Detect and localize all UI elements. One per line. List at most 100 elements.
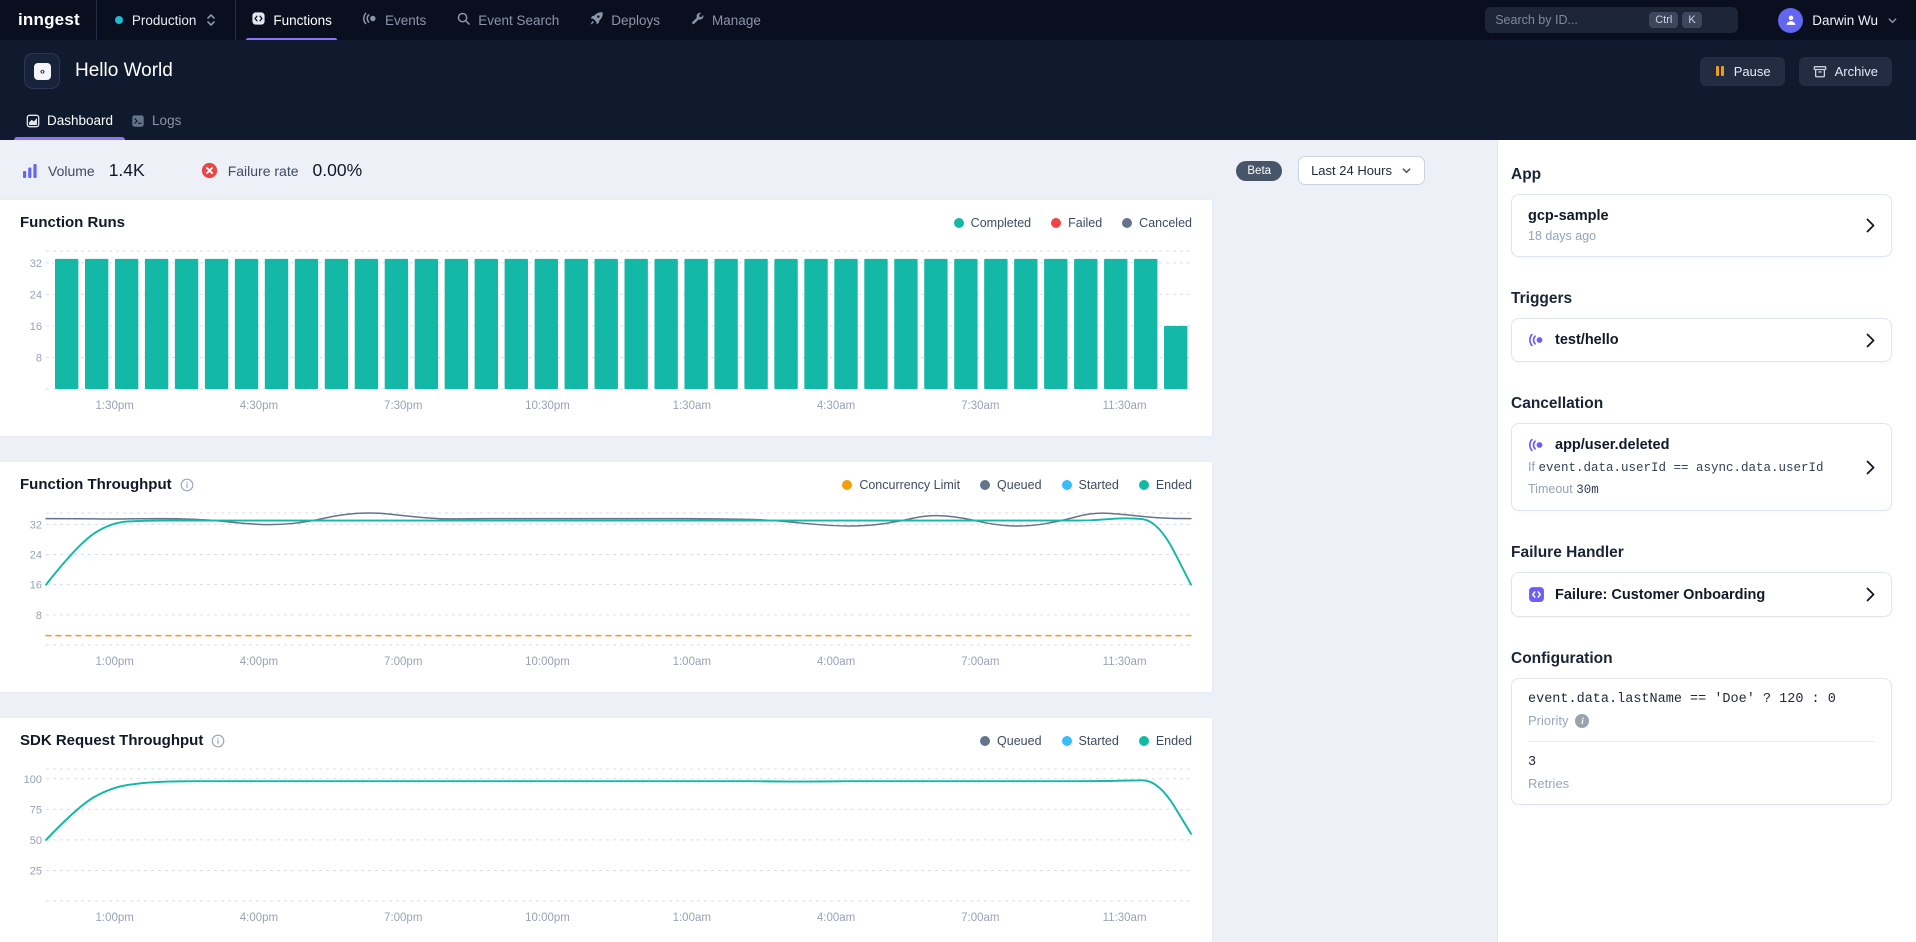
svg-text:10:00pm: 10:00pm: [525, 656, 570, 668]
function-actions: Pause Archive: [1700, 57, 1892, 86]
tab-dashboard[interactable]: Dashboard: [24, 103, 115, 140]
nav-tab-label: Event Search: [478, 13, 559, 28]
info-icon[interactable]: [211, 734, 225, 748]
rocket-icon: [589, 11, 604, 29]
archive-icon: [1813, 65, 1827, 78]
archive-button[interactable]: Archive: [1799, 57, 1892, 86]
search-icon: [456, 11, 471, 29]
nav-tab-event-search[interactable]: Event Search: [441, 0, 574, 40]
trigger-card[interactable]: test/hello: [1511, 318, 1892, 362]
wrench-icon: [690, 11, 705, 29]
priority-expression: event.data.lastName == 'Doe' ? 120 : 0: [1528, 692, 1875, 707]
nav-tab-label: Deploys: [611, 13, 660, 28]
tab-label: Dashboard: [47, 113, 113, 128]
panel-function-throughput: Function Throughput Concurrency Limit Que…: [0, 461, 1213, 693]
condition-expression: event.data.userId == async.data.userId: [1538, 461, 1823, 475]
cancellation-card[interactable]: app/user.deleted If event.data.userId ==…: [1511, 423, 1892, 511]
time-range-dropdown[interactable]: Last 24 Hours: [1298, 156, 1425, 185]
svg-text:8: 8: [36, 352, 42, 364]
priority-label-row: Priority i: [1528, 713, 1875, 728]
legend-item: Queued: [980, 734, 1041, 748]
avatar: [1778, 8, 1803, 33]
user-menu[interactable]: Darwin Wu: [1765, 8, 1916, 33]
svg-text:16: 16: [30, 321, 42, 333]
svg-text:4:30am: 4:30am: [817, 400, 855, 412]
function-title-row: ‹› Hello World Pause Archive: [24, 40, 1892, 89]
nav-tab-functions[interactable]: Functions: [236, 0, 347, 40]
legend-function-runs: CompletedFailedCanceled: [954, 216, 1192, 230]
chart-title-function-runs: Function Runs: [20, 214, 125, 231]
svg-text:1:00am: 1:00am: [673, 656, 711, 668]
cancellation-heading: Cancellation: [1511, 395, 1892, 413]
chart-title-function-throughput: Function Throughput: [20, 476, 172, 493]
search-input[interactable]: [1495, 13, 1645, 27]
section-configuration: Configuration event.data.lastName == 'Do…: [1511, 650, 1892, 805]
nav-tab-manage[interactable]: Manage: [675, 0, 776, 40]
failure-handler-card[interactable]: Failure: Customer Onboarding: [1511, 572, 1892, 617]
timeout-value: 30m: [1576, 483, 1599, 497]
legend-item: Ended: [1139, 478, 1192, 492]
cancellation-condition: If event.data.userId == async.data.userI…: [1528, 460, 1854, 475]
chevron-down-icon: [1401, 165, 1412, 176]
user-name: Darwin Wu: [1812, 13, 1878, 28]
svg-text:25: 25: [30, 865, 42, 877]
chevron-right-icon: [1866, 460, 1875, 475]
function-code-icon: [1528, 586, 1545, 603]
app-card[interactable]: gcp-sample 18 days ago: [1511, 194, 1892, 257]
triggers-heading: Triggers: [1511, 290, 1892, 308]
svg-text:7:30pm: 7:30pm: [384, 400, 422, 412]
cancellation-timeout: Timeout 30m: [1528, 482, 1854, 497]
svg-text:75: 75: [30, 804, 42, 816]
legend-dot: [1139, 480, 1149, 490]
kbd-k: K: [1682, 12, 1701, 28]
inngest-logo: inngest: [0, 0, 96, 40]
info-icon[interactable]: [180, 478, 194, 492]
stats-row: Volume 1.4K Failure rate 0.00% Beta Last…: [0, 140, 1497, 199]
app-updated: 18 days ago: [1528, 229, 1854, 243]
svg-text:11:30am: 11:30am: [1103, 656, 1147, 668]
legend-item: Concurrency Limit: [842, 478, 960, 492]
failure-handler-name: Failure: Customer Onboarding: [1555, 587, 1765, 603]
failure-icon: [201, 162, 218, 179]
stats-right: Beta Last 24 Hours: [1236, 156, 1425, 185]
environment-select[interactable]: Production: [97, 0, 236, 40]
svg-text:4:30pm: 4:30pm: [240, 400, 278, 412]
app-heading: App: [1511, 166, 1892, 184]
chevron-down-icon: [1887, 15, 1898, 26]
svg-text:11:30am: 11:30am: [1103, 400, 1147, 412]
function-icon: ‹›: [24, 53, 60, 89]
stat-volume: Volume 1.4K: [22, 160, 145, 181]
svg-text:8: 8: [36, 610, 42, 622]
svg-text:24: 24: [30, 289, 42, 301]
global-search[interactable]: Ctrl K: [1485, 7, 1738, 33]
svg-text:1:00am: 1:00am: [673, 912, 711, 924]
nav-tab-events[interactable]: Events: [347, 0, 441, 40]
stat-failure-rate: Failure rate 0.00%: [201, 160, 362, 181]
divider: [1528, 741, 1875, 742]
chevron-right-icon: [1866, 587, 1875, 602]
legend-sdk-throughput: QueuedStartedEnded: [980, 734, 1192, 748]
svg-text:7:00am: 7:00am: [961, 912, 999, 924]
info-icon[interactable]: i: [1575, 714, 1589, 728]
trigger-name: test/hello: [1555, 332, 1619, 348]
legend-item: Started: [1062, 478, 1119, 492]
chevron-right-icon: [1866, 333, 1875, 348]
nav-tab-deploys[interactable]: Deploys: [574, 0, 675, 40]
svg-text:4:00am: 4:00am: [817, 912, 855, 924]
legend-function-throughput: Concurrency Limit Queued Started Ended: [842, 478, 1192, 492]
chevron-updown-icon: [205, 13, 217, 27]
chevron-right-icon: [1866, 218, 1875, 233]
function-runs-chart: 81624321:30pm4:30pm7:30pm10:30pm1:30am4:…: [20, 247, 1193, 424]
tab-logs[interactable]: Logs: [129, 103, 183, 140]
pause-icon: [1714, 65, 1726, 77]
section-cancellation: Cancellation app/user.deleted If event.d…: [1511, 395, 1892, 511]
event-icon: [1528, 437, 1545, 453]
svg-text:1:00pm: 1:00pm: [96, 912, 134, 924]
legend-item: Completed: [954, 216, 1031, 230]
page-title: Hello World: [75, 60, 173, 82]
legend-dot: [1122, 218, 1132, 228]
environment-status-dot: [115, 16, 123, 24]
legend-item: Queued: [980, 478, 1041, 492]
details-sidebar: App gcp-sample 18 days ago Triggers test…: [1497, 140, 1916, 942]
pause-button[interactable]: Pause: [1700, 57, 1785, 86]
